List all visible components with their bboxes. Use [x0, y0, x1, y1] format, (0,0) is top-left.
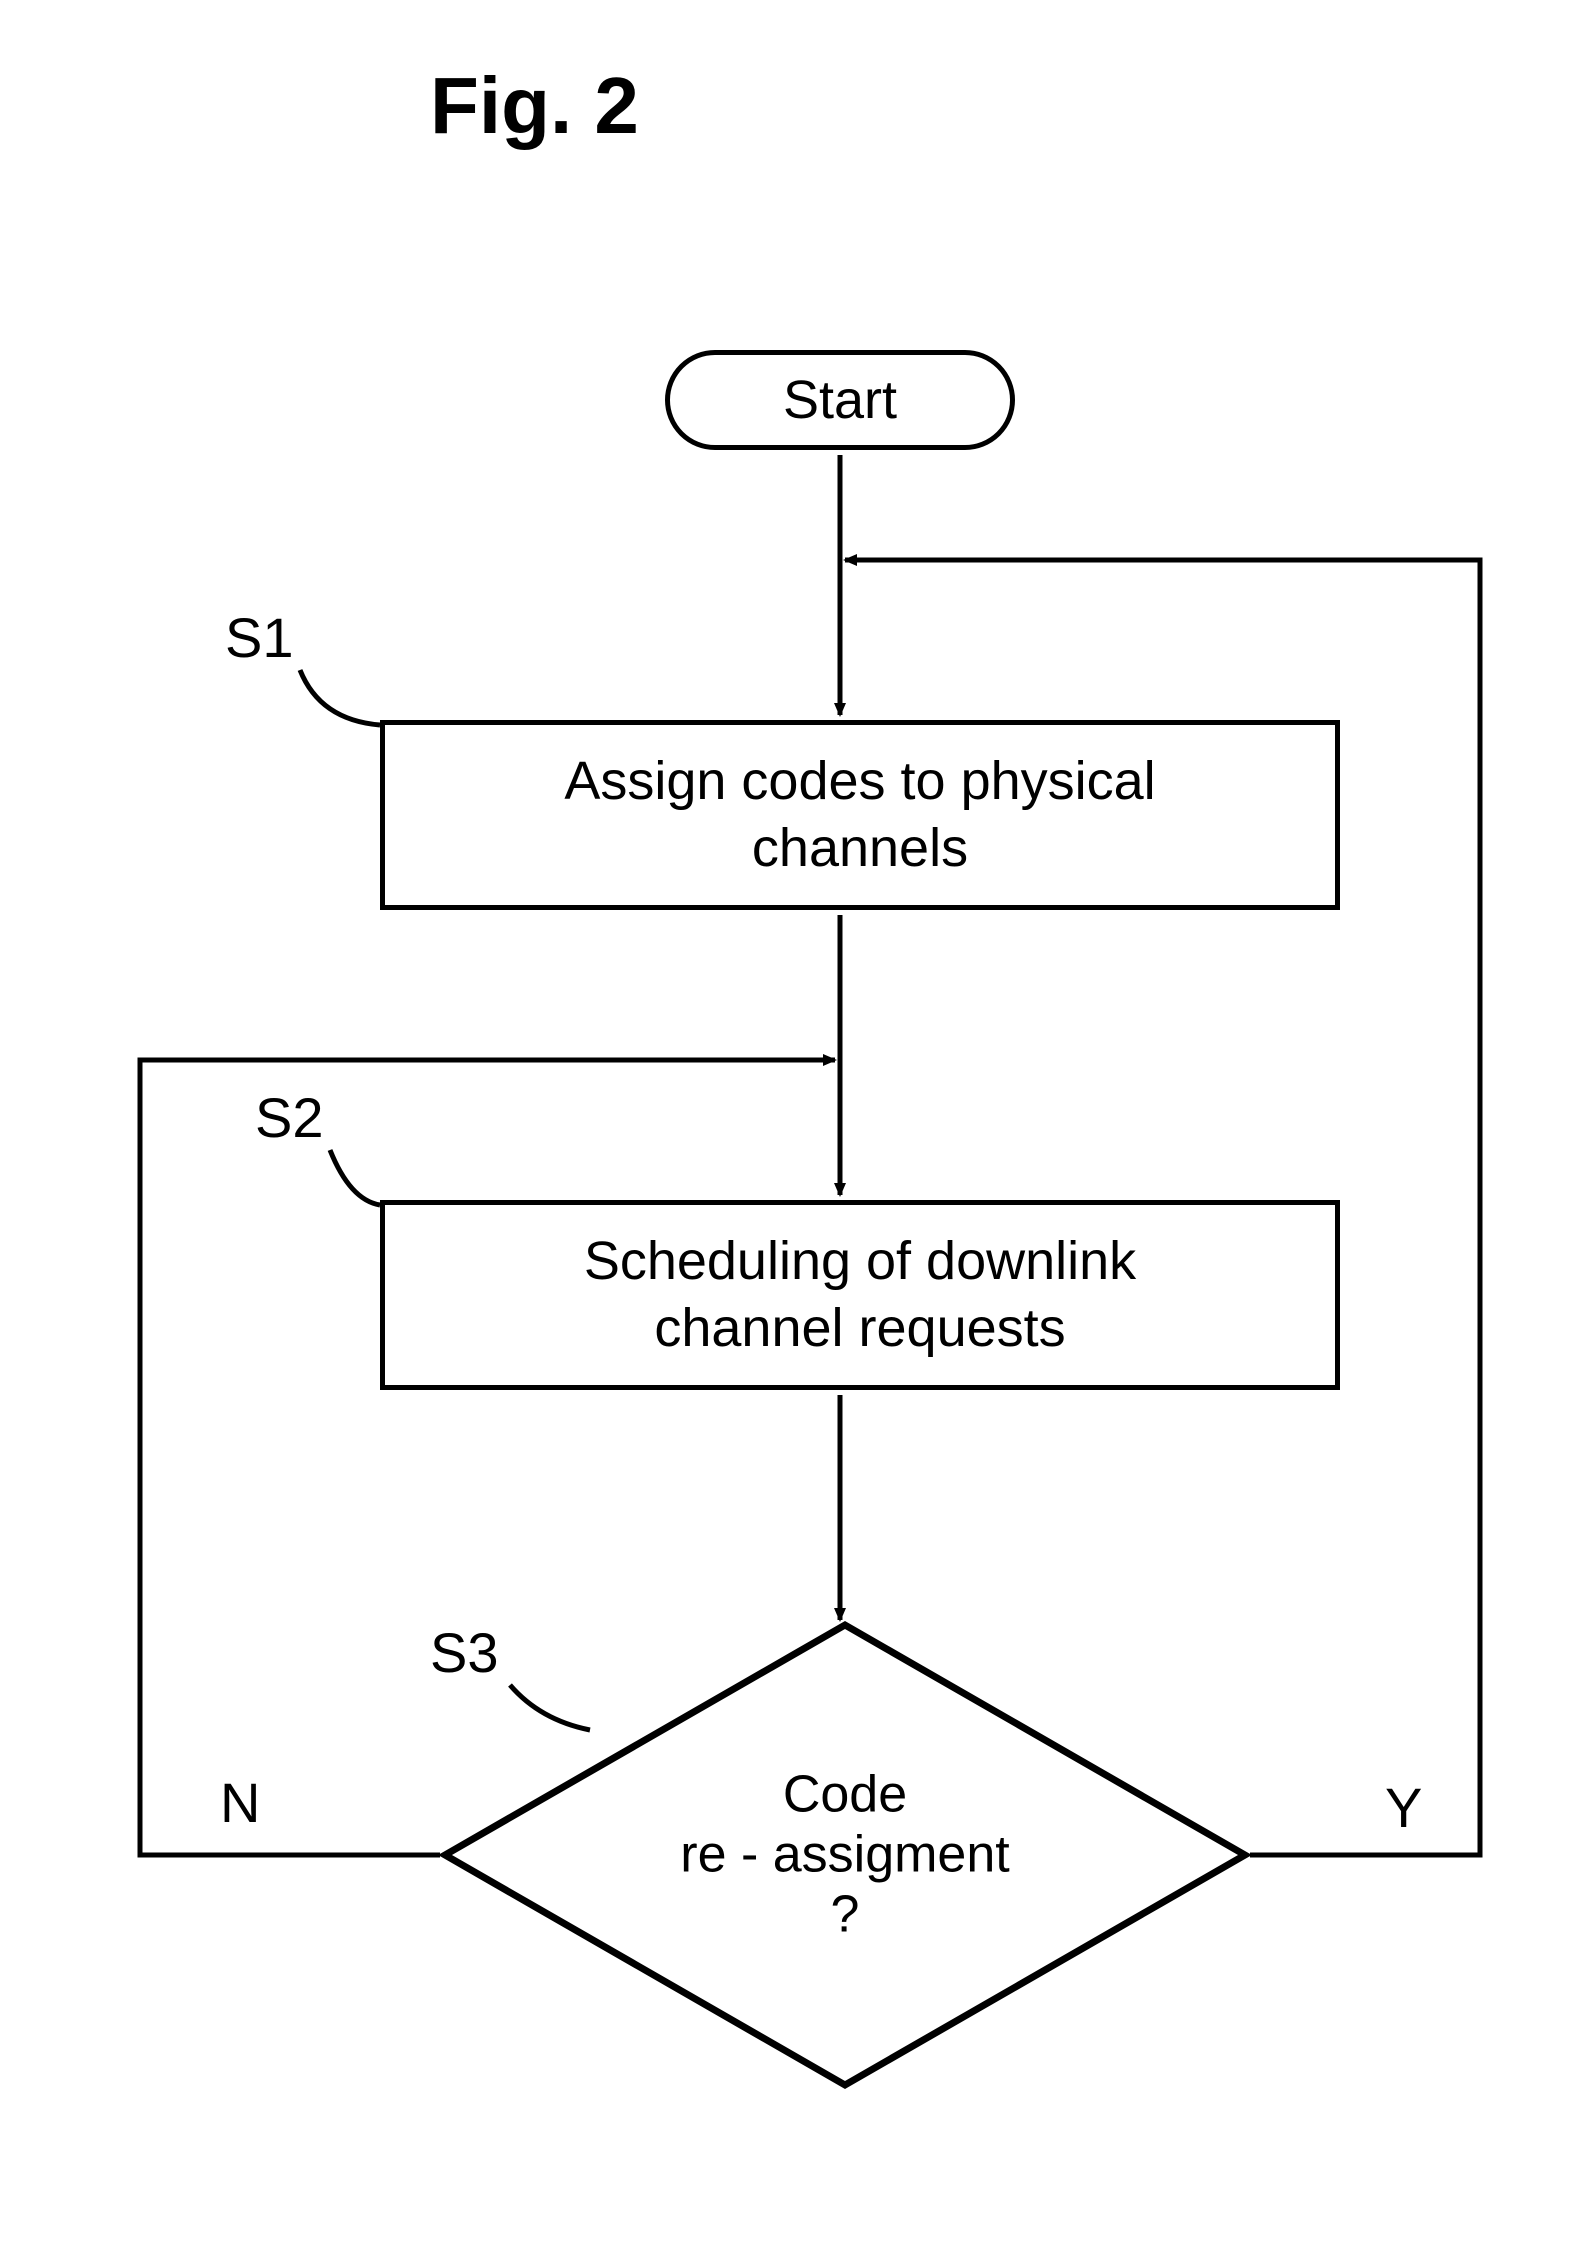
- start-label: Start: [783, 369, 897, 431]
- step-label-s3: S3: [430, 1620, 499, 1685]
- process-s2-text: Scheduling of downlink channel requests: [584, 1228, 1136, 1363]
- branch-no-label: N: [220, 1770, 260, 1835]
- start-node: Start: [665, 350, 1015, 450]
- branch-yes-label: Y: [1385, 1775, 1422, 1840]
- step-label-s1: S1: [225, 605, 294, 670]
- figure-title: Fig. 2: [430, 60, 639, 152]
- process-s1: Assign codes to physical channels: [380, 720, 1340, 910]
- flowchart-canvas: Fig. 2 Start Assign codes to physical ch…: [0, 0, 1592, 2246]
- process-s1-text: Assign codes to physical channels: [564, 748, 1155, 883]
- decision-s3-text: Code re - assigment ?: [680, 1765, 1009, 1944]
- step-label-s2: S2: [255, 1085, 324, 1150]
- decision-s3: Code re - assigment ?: [440, 1620, 1250, 2090]
- process-s2: Scheduling of downlink channel requests: [380, 1200, 1340, 1390]
